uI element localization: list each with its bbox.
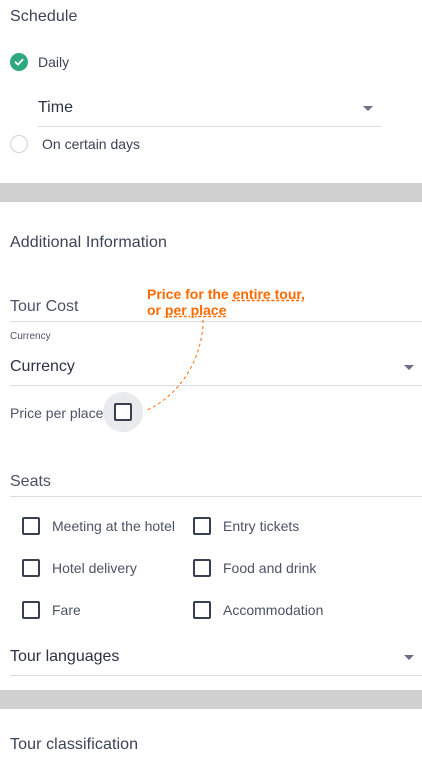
section-divider (0, 690, 422, 709)
meeting-at-hotel-label: Meeting at the hotel (52, 518, 175, 534)
price-per-place-checkbox-focus[interactable] (103, 392, 143, 432)
option-meeting-at-hotel[interactable]: Meeting at the hotel (22, 517, 175, 535)
tooltip-per-place-link[interactable]: per place (165, 302, 226, 318)
meeting-at-hotel-checkbox[interactable] (22, 517, 40, 535)
chevron-down-icon (404, 364, 414, 370)
fare-checkbox[interactable] (22, 601, 40, 619)
currency-select[interactable]: Currency (10, 349, 422, 386)
tour-classification-title: Tour classification (10, 736, 139, 753)
entry-tickets-checkbox[interactable] (193, 517, 211, 535)
daily-radio-label: Daily (38, 54, 70, 70)
seats-input[interactable]: Seats (10, 465, 422, 497)
tour-languages-value: Tour languages (10, 648, 120, 665)
time-select[interactable]: Time (38, 90, 381, 127)
tour-languages-select[interactable]: Tour languages (10, 639, 422, 676)
chevron-down-icon (404, 654, 414, 660)
food-and-drink-checkbox[interactable] (193, 559, 211, 577)
price-per-place-label: Price per place (10, 405, 104, 421)
chevron-down-icon (363, 105, 373, 111)
option-food-and-drink[interactable]: Food and drink (193, 559, 316, 577)
fare-label: Fare (52, 602, 81, 618)
accommodation-label: Accommodation (223, 602, 324, 618)
price-tooltip: Price for the entire tour, or per place (147, 286, 305, 318)
certain-days-radio-icon[interactable] (10, 135, 28, 153)
daily-radio-checked-icon[interactable] (10, 53, 28, 71)
schedule-title: Schedule (10, 8, 78, 25)
hotel-delivery-label: Hotel delivery (52, 560, 137, 576)
additional-info-title: Additional Information (10, 234, 167, 251)
option-entry-tickets[interactable]: Entry tickets (193, 517, 299, 535)
price-per-place-checkbox[interactable] (114, 403, 132, 421)
hotel-delivery-checkbox[interactable] (22, 559, 40, 577)
daily-radio-option[interactable]: Daily (10, 53, 69, 71)
currency-select-value: Currency (10, 358, 75, 375)
accommodation-checkbox[interactable] (193, 601, 211, 619)
tooltip-line2-prefix: or (147, 302, 165, 318)
tooltip-connector-line (144, 319, 204, 412)
certain-days-radio-label: On certain days (42, 136, 141, 152)
seats-placeholder: Seats (10, 473, 51, 490)
certain-days-radio-option[interactable]: On certain days (10, 135, 140, 153)
section-divider (0, 183, 422, 202)
entry-tickets-label: Entry tickets (223, 518, 300, 534)
option-fare[interactable]: Fare (22, 601, 81, 619)
tooltip-entire-tour-link[interactable]: entire tour, (233, 286, 305, 302)
tour-cost-placeholder: Tour Cost (10, 298, 79, 315)
time-select-value: Time (38, 99, 73, 116)
option-accommodation[interactable]: Accommodation (193, 601, 323, 619)
tooltip-line1-prefix: Price for the (147, 286, 233, 302)
option-hotel-delivery[interactable]: Hotel delivery (22, 559, 137, 577)
food-and-drink-label: Food and drink (223, 560, 317, 576)
currency-small-label: Currency (10, 331, 51, 342)
